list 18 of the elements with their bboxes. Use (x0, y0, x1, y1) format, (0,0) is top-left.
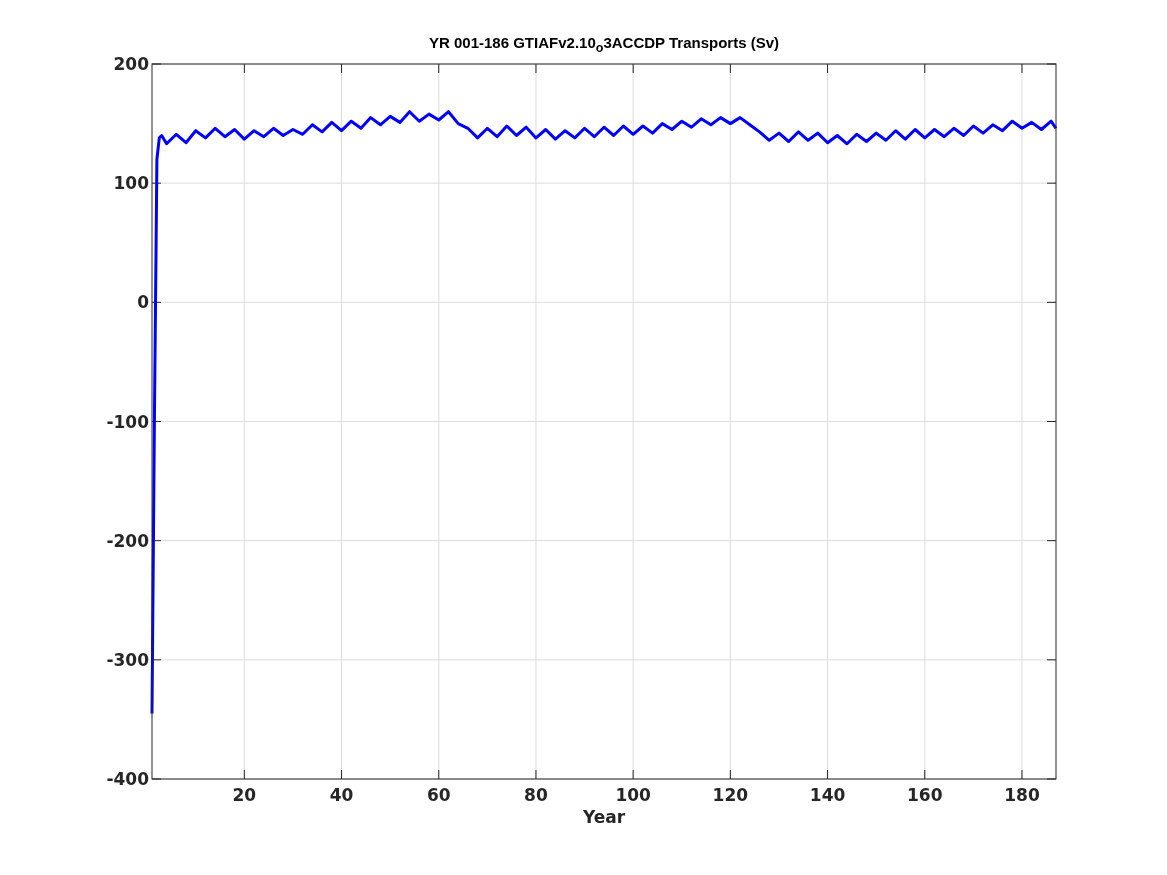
x-tick-label: 180 (1004, 785, 1040, 805)
y-tick-label: -200 (106, 530, 149, 551)
y-tick-label: -400 (106, 769, 149, 789)
x-tick-label: 140 (809, 785, 846, 805)
x-tick-label: 120 (712, 785, 749, 805)
y-tick-label: -300 (106, 649, 149, 670)
y-tick-label: 0 (137, 292, 149, 313)
chart-title: YR 001-186 GTIAFv2.10$_{o}$3ACCDP Transports (Sv) (428, 33, 780, 57)
x-tick-label: 60 (426, 785, 451, 805)
x-tick-label: 100 (615, 785, 651, 805)
y-tick-label: -100 (106, 411, 149, 432)
x-tick-label: 160 (907, 785, 943, 805)
x-tick-label: 40 (329, 785, 354, 805)
x-tick-label: 20 (232, 785, 257, 805)
y-tick-label: 100 (113, 173, 149, 194)
x-axis-label: Year (582, 807, 626, 827)
x-tick-label: 80 (524, 785, 548, 805)
y-tick-label: 200 (113, 57, 149, 74)
